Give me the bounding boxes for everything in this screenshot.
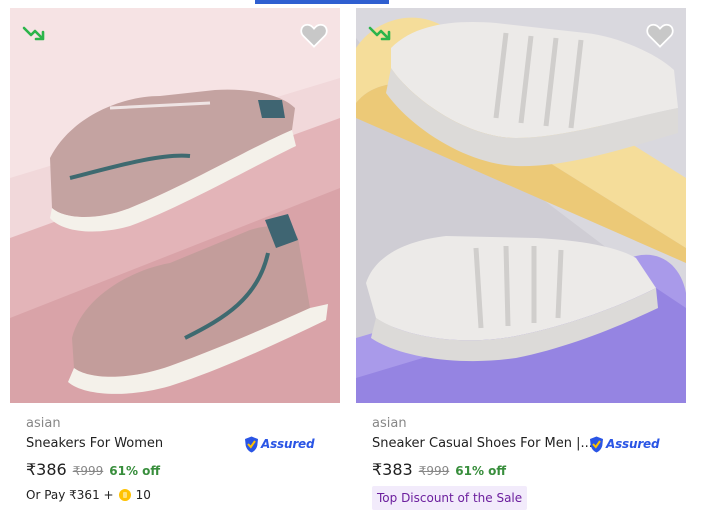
product-brand: asian	[26, 416, 61, 431]
trend-down-icon	[22, 26, 45, 41]
discount-percent: 61% off	[109, 464, 161, 478]
price-row: ₹386 ₹999 61% off	[26, 460, 160, 479]
price-row: ₹383 ₹999 61% off	[372, 460, 506, 479]
assured-badge: Assured	[589, 434, 660, 454]
discount-percent: 61% off	[455, 464, 507, 478]
coin-count: 10	[135, 488, 151, 502]
selling-price: ₹383	[372, 460, 413, 479]
supercoin-pay-row: Or Pay ₹361 + 10	[26, 488, 151, 502]
product-card-sneaker-men[interactable]: asian Sneaker Casual Shoes For Men |... …	[356, 8, 686, 517]
heart-icon[interactable]	[300, 22, 328, 48]
sale-tag: Top Discount of the Sale	[372, 486, 528, 510]
product-image[interactable]	[10, 8, 340, 403]
heart-icon[interactable]	[646, 22, 674, 48]
assured-shield-icon	[590, 436, 603, 452]
product-brand: asian	[372, 416, 407, 431]
selling-price: ₹386	[26, 460, 67, 479]
coin-icon	[118, 489, 131, 501]
assured-label: Assured	[606, 437, 660, 451]
scroll-indicator	[255, 0, 389, 4]
product-card-sneakers-women[interactable]: asian Sneakers For Women Assured ₹386 ₹9…	[10, 8, 340, 517]
trend-down-icon	[368, 26, 391, 41]
product-title[interactable]: Sneaker Casual Shoes For Men |...	[372, 436, 593, 451]
assured-badge: Assured	[244, 434, 315, 454]
assured-label: Assured	[261, 437, 315, 451]
pay-with-coins-label: Or Pay ₹361 +	[26, 488, 114, 502]
product-title[interactable]: Sneakers For Women	[26, 436, 163, 451]
original-price: ₹999	[72, 464, 104, 478]
assured-shield-icon	[245, 436, 258, 452]
product-image[interactable]	[356, 8, 686, 403]
original-price: ₹999	[418, 464, 450, 478]
